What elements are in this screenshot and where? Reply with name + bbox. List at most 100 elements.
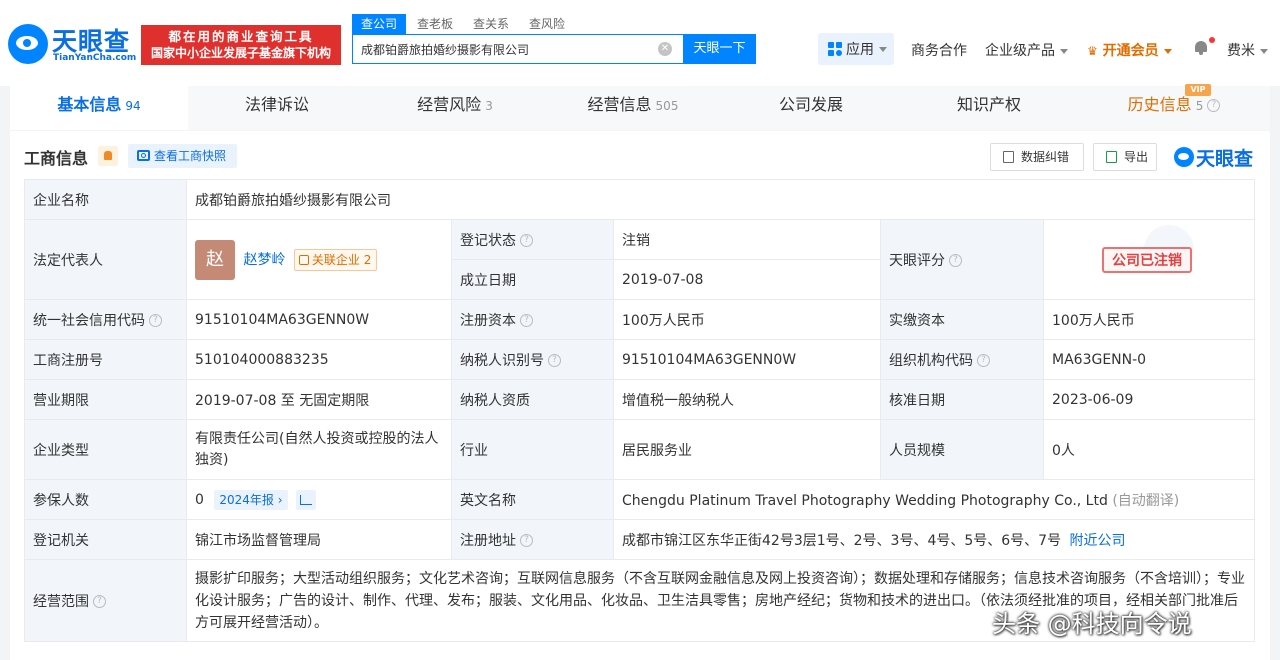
scope-label: 经营范围 bbox=[33, 593, 89, 610]
company-tabs: 基本信息 94 法律诉讼 经营风险 3 经营信息 505 公司发展 知识产权 历史信息… bbox=[10, 86, 1270, 130]
address-label: 注册地址 bbox=[460, 532, 516, 549]
insured-count: 0 bbox=[195, 491, 204, 508]
clear-icon[interactable]: ✕ bbox=[658, 42, 672, 56]
address: 成都市锦江区东华正街42号3层1号、2号、3号、4号、5号、6号、7号 bbox=[622, 532, 1062, 549]
eye-logo-icon bbox=[1174, 147, 1194, 167]
search-type-tabs: 查公司 查老板 查关系 查风险 bbox=[352, 14, 576, 34]
business-info-table: 企业名称 成都铂爵旅拍婚纱摄影有限公司 法定代表人 赵 赵梦岭 关联企业 2 登… bbox=[24, 179, 1256, 642]
user-name: 费米 bbox=[1227, 43, 1255, 59]
related-label: 关联企业 bbox=[311, 252, 360, 267]
search-tab-relation[interactable]: 查关系 bbox=[464, 14, 518, 34]
promo-banner[interactable]: 都在用的商业查询工具 国家中小企业发展子基金旗下机构 bbox=[141, 25, 341, 65]
export-button[interactable]: 导出 bbox=[1093, 143, 1157, 171]
reg-no-label: 工商注册号 bbox=[24, 339, 187, 380]
tab-business-risk[interactable]: 经营风险 3 bbox=[366, 86, 544, 130]
camera-icon bbox=[137, 150, 150, 161]
help-icon[interactable]: ? bbox=[520, 534, 533, 547]
taxpayer-qual: 增值税一般纳税人 bbox=[613, 379, 881, 420]
company-name: 成都铂爵旅拍婚纱摄影有限公司 bbox=[185, 179, 1256, 220]
industry-label: 行业 bbox=[451, 419, 614, 480]
apps-label: 应用 bbox=[846, 42, 874, 58]
tab-ip[interactable]: 知识产权 bbox=[900, 86, 1078, 130]
business-cooperation-link[interactable]: 商务合作 bbox=[911, 40, 967, 60]
tab-label: 知识产权 bbox=[956, 95, 1021, 114]
scope-label-cell: 经营范围? bbox=[24, 559, 187, 642]
insured-label: 参保人数 bbox=[24, 479, 187, 520]
search-input[interactable] bbox=[353, 35, 683, 63]
enterprise-products-label: 企业级产品 bbox=[985, 43, 1055, 59]
help-icon[interactable]: ? bbox=[520, 314, 533, 327]
help-icon[interactable]: ? bbox=[949, 254, 962, 267]
english-name: Chengdu Platinum Travel Photography Wedd… bbox=[622, 492, 1108, 509]
crown-icon: ♛ bbox=[1087, 44, 1098, 58]
table-row: 统一社会信用代码? 91510104MA63GENN0W 注册资本? 100万人… bbox=[24, 299, 1256, 340]
term: 2019-07-08 至 无固定期限 bbox=[186, 379, 452, 420]
logo-domain: TianYanCha.com bbox=[53, 53, 137, 63]
found-date: 2019-07-08 bbox=[613, 259, 881, 300]
reg-capital-label-cell: 注册资本? bbox=[451, 299, 614, 340]
help-icon[interactable]: ? bbox=[548, 354, 561, 367]
reg-capital-label: 注册资本 bbox=[460, 312, 516, 329]
help-icon[interactable]: ? bbox=[520, 234, 533, 247]
edit-document-icon bbox=[1003, 151, 1014, 163]
chevron-down-icon bbox=[1060, 48, 1068, 54]
top-header: 天眼查 TianYanCha.com 都在用的商业查询工具 国家中小企业发展子基… bbox=[0, 0, 1280, 86]
table-row: 登记机关 锦江市场监督管理局 注册地址? 成都市锦江区东华正街42号3层1号、2… bbox=[24, 519, 1256, 560]
notification-dot bbox=[1209, 37, 1215, 43]
tab-basic-info[interactable]: 基本信息 94 bbox=[10, 86, 188, 130]
legal-rep-link[interactable]: 赵梦岭 bbox=[243, 252, 285, 268]
annual-report-label: 2024年报 bbox=[219, 492, 274, 507]
reg-capital: 100万人民币 bbox=[613, 299, 881, 340]
avatar[interactable]: 赵 bbox=[195, 239, 235, 280]
nearby-companies-link[interactable]: 附近公司 bbox=[1070, 533, 1126, 549]
credit-code-label: 统一社会信用代码 bbox=[33, 312, 145, 329]
org-code: MA63GENN-0 bbox=[1042, 339, 1256, 380]
bell-icon[interactable] bbox=[1194, 40, 1208, 55]
authority: 锦江市场监督管理局 bbox=[186, 519, 452, 560]
found-date-label: 成立日期 bbox=[451, 259, 614, 300]
apps-menu-button[interactable]: 应用 bbox=[818, 33, 894, 65]
tab-history[interactable]: 历史信息 5? bbox=[1078, 86, 1270, 130]
taxpayer-id-label: 纳税人识别号 bbox=[460, 352, 544, 369]
rating-cell: 公司已注销 bbox=[1042, 219, 1256, 300]
help-icon[interactable]: ? bbox=[1207, 99, 1221, 112]
help-icon[interactable]: ? bbox=[977, 354, 990, 367]
tianyancha-logo[interactable]: 天眼查 TianYanCha.com bbox=[8, 22, 136, 66]
tab-development[interactable]: 公司发展 bbox=[722, 86, 900, 130]
credit-code: 91510104MA63GENN0W bbox=[186, 299, 452, 340]
search-box: ✕ 天眼一下 bbox=[352, 34, 756, 64]
table-row: 营业期限 2019-07-08 至 无固定期限 纳税人资质 增值税一般纳税人 核… bbox=[24, 379, 1256, 420]
help-icon[interactable]: ? bbox=[149, 314, 162, 327]
table-row: 工商注册号 510104000883235 纳税人识别号? 91510104MA… bbox=[24, 339, 1256, 380]
english-name-label: 英文名称 bbox=[451, 479, 614, 520]
annual-report-tag[interactable]: 2024年报 › bbox=[214, 489, 288, 510]
user-menu[interactable]: 费米 bbox=[1227, 40, 1268, 60]
related-companies-tag[interactable]: 关联企业 2 bbox=[293, 248, 378, 271]
trend-chart-icon[interactable] bbox=[296, 489, 316, 510]
help-icon[interactable]: ? bbox=[93, 595, 106, 608]
tab-legal[interactable]: 法律诉讼 bbox=[188, 86, 366, 130]
snapshot-button[interactable]: 查看工商快照 bbox=[128, 144, 237, 168]
vip-badge: VIP bbox=[1185, 84, 1211, 96]
tab-label: 基本信息 bbox=[57, 95, 122, 114]
bell-icon[interactable] bbox=[98, 146, 118, 166]
industry: 居民服务业 bbox=[613, 419, 881, 480]
tab-label: 公司发展 bbox=[778, 95, 843, 114]
banner-line-1: 都在用的商业查询工具 bbox=[168, 29, 314, 44]
taxpayer-qual-label: 纳税人资质 bbox=[451, 379, 614, 420]
paid-capital-label: 实缴资本 bbox=[880, 299, 1044, 340]
search-tab-company[interactable]: 查公司 bbox=[352, 14, 407, 34]
vip-membership-menu[interactable]: ♛ 开通会员 bbox=[1087, 40, 1172, 60]
search-tab-risk[interactable]: 查风险 bbox=[520, 14, 574, 34]
chevron-down-icon bbox=[879, 46, 887, 52]
taxpayer-id: 91510104MA63GENN0W bbox=[613, 339, 881, 380]
table-row: 企业名称 成都铂爵旅拍婚纱摄影有限公司 bbox=[24, 179, 1256, 220]
enterprise-products-menu[interactable]: 企业级产品 bbox=[985, 40, 1068, 60]
tab-business-info[interactable]: 经营信息 505 bbox=[544, 86, 722, 130]
related-count: 2 bbox=[363, 252, 372, 267]
search-tab-boss[interactable]: 查老板 bbox=[408, 14, 462, 34]
credit-code-label-cell: 统一社会信用代码? bbox=[24, 299, 187, 340]
data-correction-button[interactable]: 数据纠错 bbox=[990, 143, 1084, 171]
legal-rep-label: 法定代表人 bbox=[24, 219, 187, 300]
search-button[interactable]: 天眼一下 bbox=[683, 34, 756, 64]
